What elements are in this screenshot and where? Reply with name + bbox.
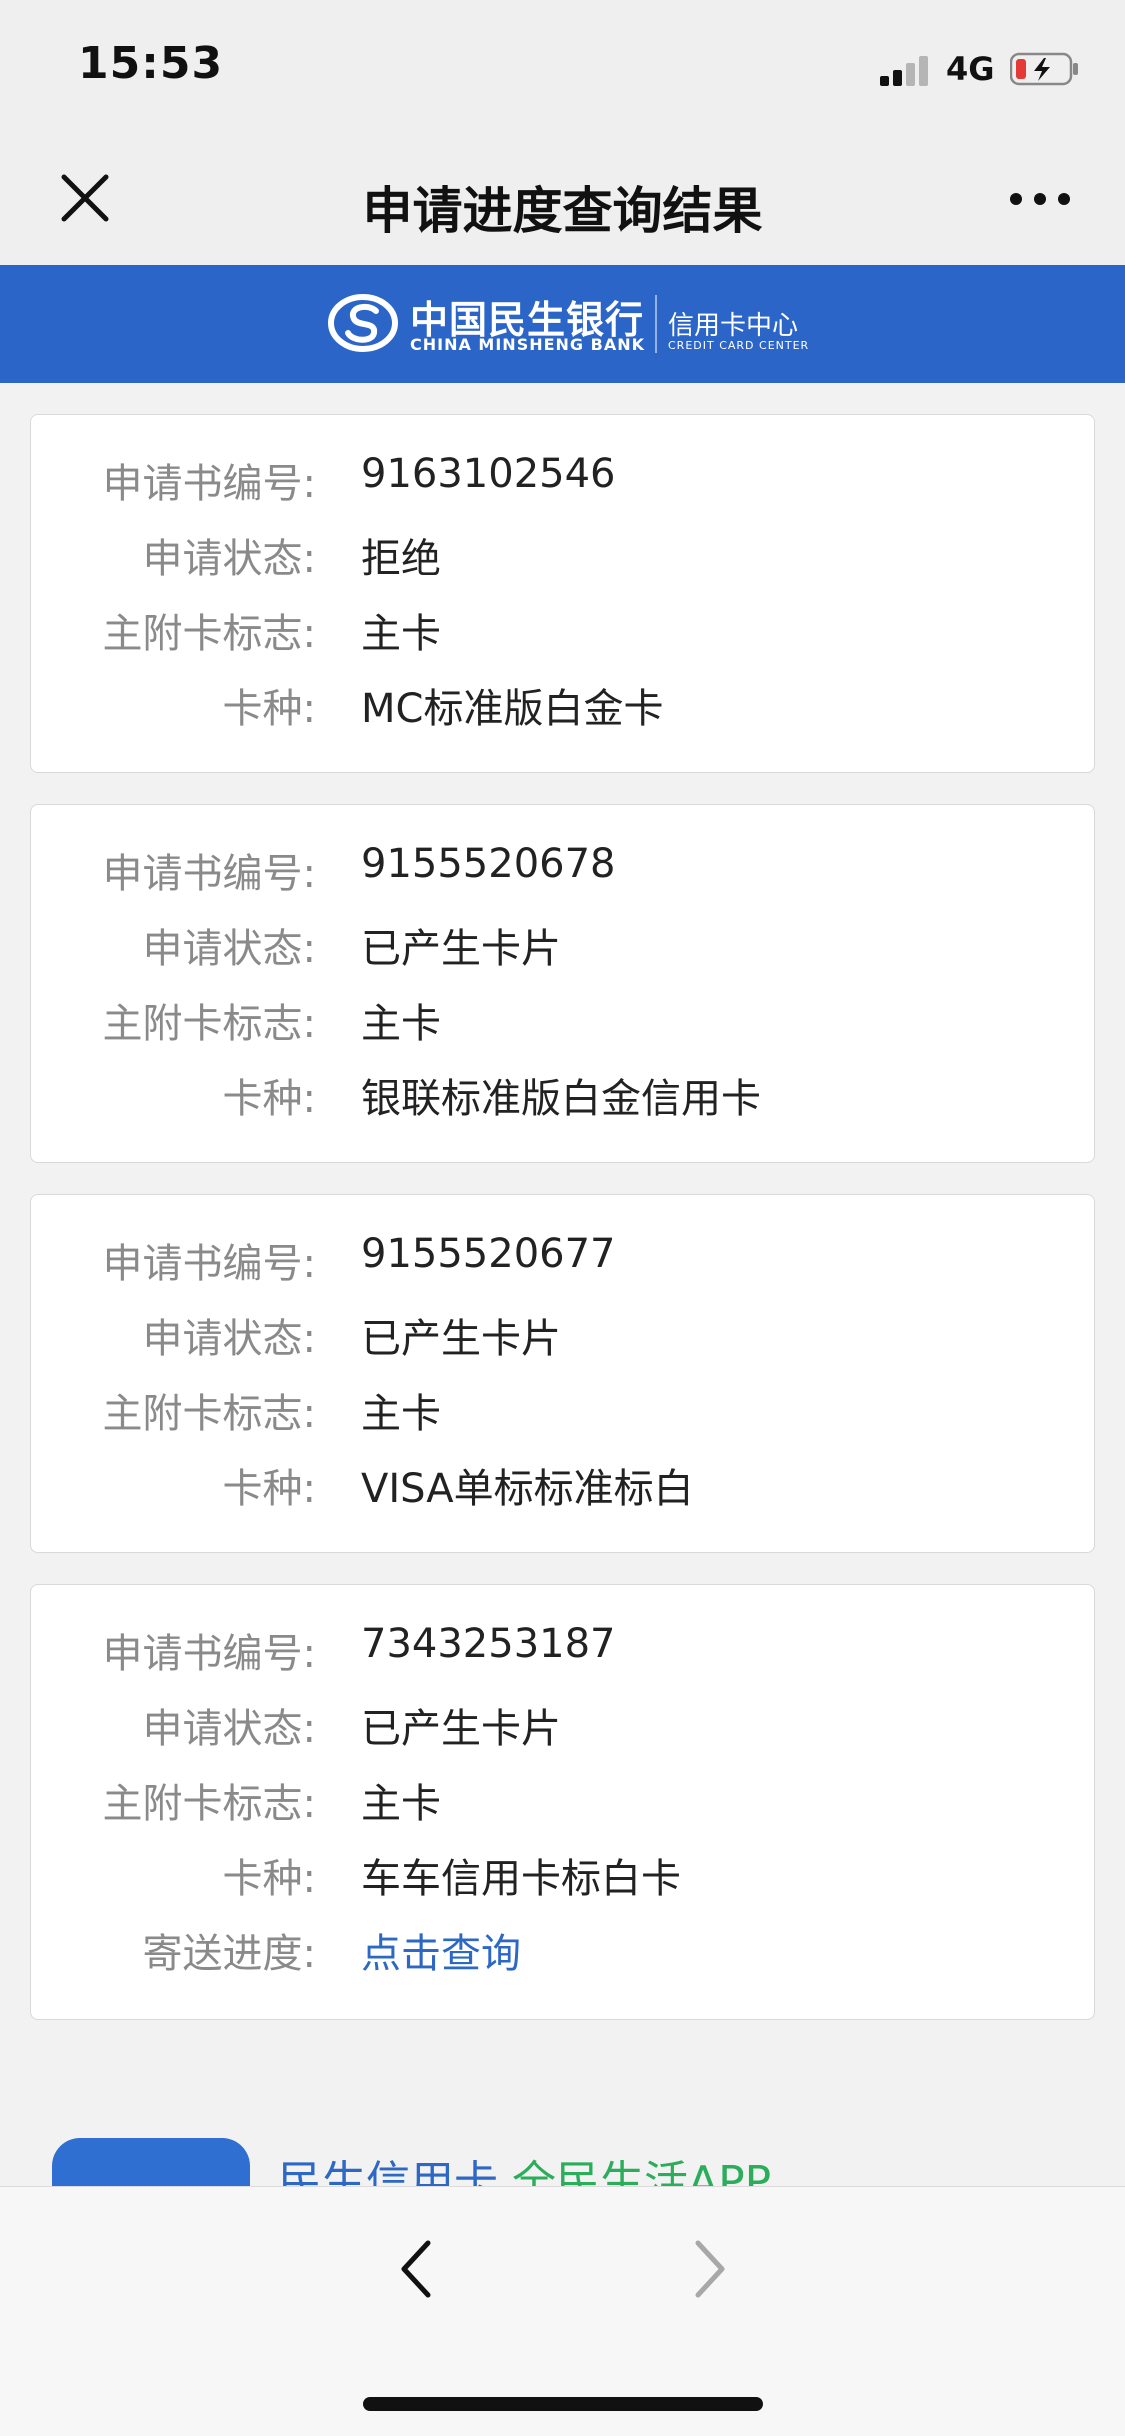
card-type-value: 车车信用卡标白卡 bbox=[361, 1856, 681, 1902]
app-no-row: 申请书编号: 9155520678 bbox=[31, 841, 1096, 901]
status-time: 15:53 bbox=[78, 38, 224, 89]
card-type-label: 卡种: bbox=[222, 1076, 316, 1122]
delivery-query-link[interactable]: 点击查询 bbox=[361, 1921, 521, 1979]
card-flag-row: 主附卡标志: 主卡 bbox=[31, 1381, 1096, 1441]
signal-icon bbox=[880, 54, 932, 86]
status-row: 申请状态: 拒绝 bbox=[31, 526, 1096, 586]
status-value: 已产生卡片 bbox=[361, 926, 561, 972]
bottom-toolbar bbox=[0, 2186, 1125, 2436]
application-card: 申请书编号: 9155520677 申请状态: 已产生卡片 主附卡标志: 主卡 … bbox=[30, 1194, 1095, 1553]
card-type-label: 卡种: bbox=[222, 1856, 316, 1902]
app-no-value: 9155520678 bbox=[361, 841, 616, 887]
app-no-value: 9155520677 bbox=[361, 1231, 616, 1277]
network-label: 4G bbox=[946, 50, 995, 88]
card-flag-row: 主附卡标志: 主卡 bbox=[31, 1771, 1096, 1831]
home-indicator[interactable] bbox=[363, 2397, 763, 2411]
page-title: 申请进度查询结果 bbox=[362, 182, 763, 240]
app-promo[interactable]: 民生信用卡 全民生活APP bbox=[0, 2050, 1125, 2186]
status-label: 申请状态: bbox=[142, 1706, 316, 1752]
card-type-label: 卡种: bbox=[222, 686, 316, 732]
credit-center-cn: 信用卡中心 bbox=[668, 311, 799, 341]
status-value: 已产生卡片 bbox=[361, 1706, 561, 1752]
delivery-label: 寄送进度: bbox=[142, 1931, 316, 1977]
card-flag-value: 主卡 bbox=[361, 1391, 441, 1437]
status-label: 申请状态: bbox=[142, 1316, 316, 1362]
status-value: 拒绝 bbox=[361, 536, 441, 582]
card-flag-label: 主附卡标志: bbox=[102, 611, 316, 657]
card-type-row: 卡种: 车车信用卡标白卡 bbox=[31, 1846, 1096, 1906]
app-no-label: 申请书编号: bbox=[102, 461, 316, 507]
card-type-row: 卡种: MC标准版白金卡 bbox=[31, 676, 1096, 736]
status-label: 申请状态: bbox=[142, 536, 316, 582]
status-row: 申请状态: 已产生卡片 bbox=[31, 1306, 1096, 1366]
application-card: 申请书编号: 7343253187 申请状态: 已产生卡片 主附卡标志: 主卡 … bbox=[30, 1584, 1095, 2020]
banner-divider bbox=[655, 295, 657, 353]
app-no-value: 9163102546 bbox=[361, 451, 616, 497]
status-row: 申请状态: 已产生卡片 bbox=[31, 916, 1096, 976]
bank-banner: 中国民生银行 CHINA MINSHENG BANK 信用卡中心 CREDIT … bbox=[0, 265, 1125, 383]
app-no-row: 申请书编号: 9163102546 bbox=[31, 451, 1096, 511]
card-type-row: 卡种: 银联标准版白金信用卡 bbox=[31, 1066, 1096, 1126]
app-no-row: 申请书编号: 7343253187 bbox=[31, 1621, 1096, 1681]
card-type-value: 银联标准版白金信用卡 bbox=[361, 1076, 761, 1122]
app-no-label: 申请书编号: bbox=[102, 1241, 316, 1287]
status-bar: 15:53 4G bbox=[0, 0, 1125, 135]
promo-text-slogan: 全民生活APP bbox=[512, 2157, 772, 2186]
promo-text: 民生信用卡 全民生活APP bbox=[278, 2146, 771, 2186]
app-icon bbox=[52, 2138, 250, 2186]
bank-logo-icon bbox=[328, 294, 398, 352]
card-type-value: VISA单标标准标白 bbox=[361, 1466, 694, 1512]
app-no-label: 申请书编号: bbox=[102, 851, 316, 897]
app-no-label: 申请书编号: bbox=[102, 1631, 316, 1677]
bank-name-en: CHINA MINSHENG BANK bbox=[410, 335, 645, 354]
nav-header: 申请进度查询结果 bbox=[0, 135, 1125, 265]
status-row: 申请状态: 已产生卡片 bbox=[31, 1696, 1096, 1756]
promo-text-brand: 民生信用卡 bbox=[278, 2157, 498, 2186]
page: 15:53 4G 申请进度查询结果 中国民生银行 CHINA MINSHENG … bbox=[0, 0, 1125, 2436]
card-type-label: 卡种: bbox=[222, 1466, 316, 1512]
forward-arrow-icon[interactable] bbox=[682, 2233, 736, 2305]
card-type-row: 卡种: VISA单标标准标白 bbox=[31, 1456, 1096, 1516]
back-arrow-icon[interactable] bbox=[390, 2233, 444, 2305]
delivery-row: 寄送进度: 点击查询 bbox=[31, 1921, 1096, 1981]
card-flag-label: 主附卡标志: bbox=[102, 1001, 316, 1047]
battery-icon bbox=[1010, 52, 1078, 86]
card-flag-label: 主附卡标志: bbox=[102, 1781, 316, 1827]
card-flag-row: 主附卡标志: 主卡 bbox=[31, 601, 1096, 661]
more-icon[interactable] bbox=[1000, 165, 1080, 231]
status-value: 已产生卡片 bbox=[361, 1316, 561, 1362]
credit-center-en: CREDIT CARD CENTER bbox=[668, 339, 810, 352]
card-flag-value: 主卡 bbox=[361, 1001, 441, 1047]
card-flag-label: 主附卡标志: bbox=[102, 1391, 316, 1437]
application-card: 申请书编号: 9163102546 申请状态: 拒绝 主附卡标志: 主卡 卡种:… bbox=[30, 414, 1095, 773]
card-flag-row: 主附卡标志: 主卡 bbox=[31, 991, 1096, 1051]
card-type-value: MC标准版白金卡 bbox=[361, 686, 664, 732]
status-label: 申请状态: bbox=[142, 926, 316, 972]
application-card: 申请书编号: 9155520678 申请状态: 已产生卡片 主附卡标志: 主卡 … bbox=[30, 804, 1095, 1163]
card-flag-value: 主卡 bbox=[361, 611, 441, 657]
app-no-value: 7343253187 bbox=[361, 1621, 616, 1667]
card-flag-value: 主卡 bbox=[361, 1781, 441, 1827]
app-no-row: 申请书编号: 9155520677 bbox=[31, 1231, 1096, 1291]
